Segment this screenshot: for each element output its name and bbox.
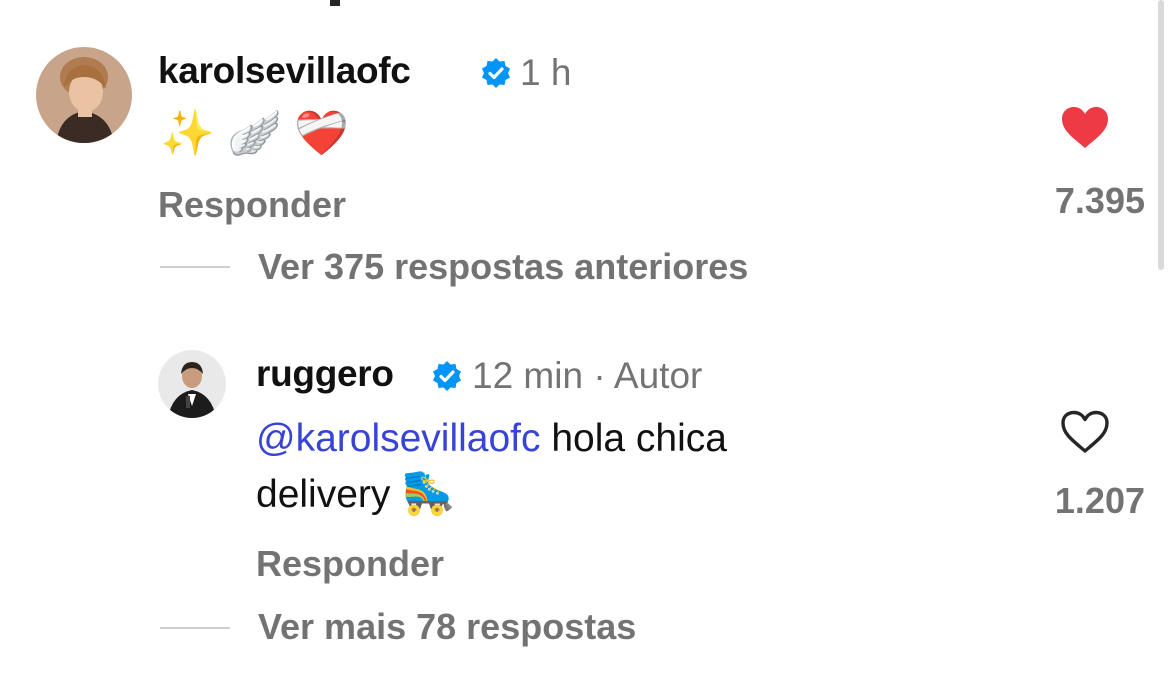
view-more-replies-link[interactable]: Ver mais 78 respostas [258,606,636,648]
avatar[interactable] [158,350,226,418]
comment-time: 1 h [520,52,572,93]
heart-filled-icon[interactable] [1060,106,1110,155]
view-previous-replies-link[interactable]: Ver 375 respostas anteriores [258,246,748,288]
thread-divider [160,266,230,268]
reply-button[interactable]: Responder [256,543,444,585]
scrollbar[interactable] [1158,0,1164,270]
like-count: 1.207 [1054,480,1145,521]
comment-time: 12 min · Autor [472,355,702,397]
comment-text: @karolsevillaofc hola chica delivery 🛼 [256,412,956,522]
like-count: 7.395 [1054,180,1145,221]
comment-username[interactable]: ruggero [256,353,394,395]
comment-username[interactable]: karolsevillaofc [158,50,411,92]
reply-button[interactable]: Responder [158,184,346,226]
comment-time-value: 12 min [472,355,584,396]
author-label: Autor [613,355,703,396]
comment-text-line1: hola chica [540,417,727,460]
avatar[interactable] [36,47,132,143]
thread-divider [160,627,230,629]
meta-separator: · [593,355,606,396]
heart-outline-icon[interactable] [1060,410,1110,459]
partial-element-top [330,0,340,6]
verified-badge-icon [431,360,463,397]
roller-skate-emoji: 🛼 [401,468,457,517]
comment-text-line2: delivery [256,473,391,516]
comment-text: ✨ 🪽 ❤️‍🩹 [160,109,349,158]
mention-link[interactable]: @karolsevillaofc [256,417,541,460]
verified-badge-icon [480,57,512,94]
